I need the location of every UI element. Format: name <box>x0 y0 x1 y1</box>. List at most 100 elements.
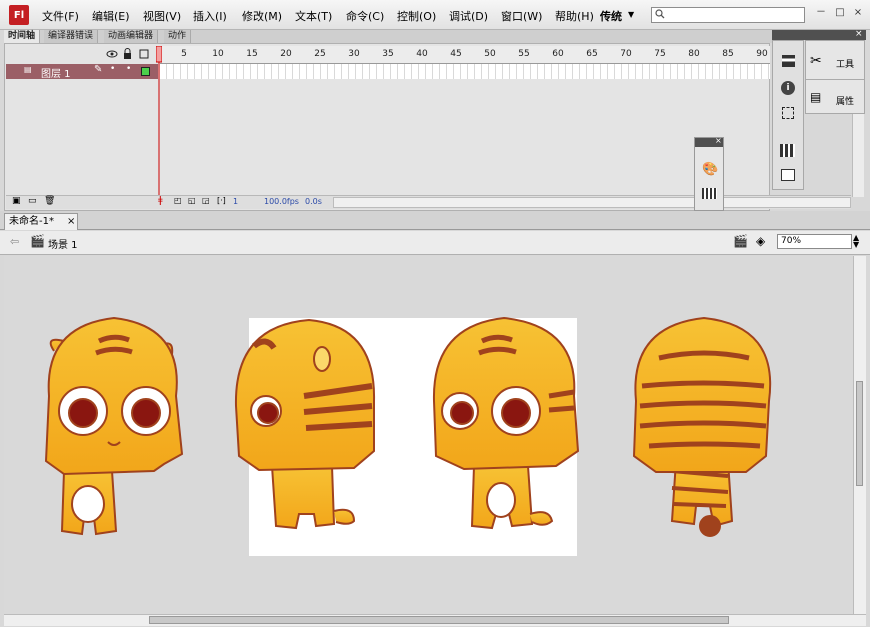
info-icon[interactable]: i <box>781 81 795 95</box>
menu-insert[interactable]: 插入(I) <box>193 8 227 24</box>
timeline-tabbar: 时间轴 编译器错误 动画编辑器 动作 <box>4 30 772 43</box>
timeline-horizontal-scrollbar[interactable] <box>333 197 851 208</box>
tiger-front[interactable] <box>44 316 184 536</box>
eye-icon[interactable] <box>106 50 118 58</box>
properties-panel-label[interactable]: 属性 <box>836 94 854 107</box>
tools-panel-label[interactable]: 工具 <box>836 57 854 70</box>
ruler-tick: 55 <box>518 49 530 59</box>
docked-panel-icons: i <box>772 40 804 190</box>
layer-outline-color[interactable] <box>141 67 150 76</box>
tiger-artwork[interactable] <box>4 256 853 614</box>
minimize-icon[interactable]: － <box>815 7 827 19</box>
new-layer-icon[interactable]: ▣ <box>12 196 21 206</box>
onion-markers-icon[interactable]: [·] <box>217 196 226 205</box>
chevron-down-icon[interactable]: ▲ ▼ <box>853 234 859 249</box>
floating-panel: × 🎨 <box>694 136 724 211</box>
document-tab-label: 未命名-1* <box>9 216 54 227</box>
scene-icon: 🎬 <box>30 234 45 248</box>
ruler-tick: 10 <box>212 49 224 59</box>
maximize-icon[interactable]: □ <box>834 7 846 19</box>
layer-name[interactable]: 图层 1 <box>41 65 71 80</box>
library-icon[interactable] <box>780 144 795 157</box>
menu-commands[interactable]: 命令(C) <box>346 8 384 24</box>
ruler-tick: 60 <box>552 49 564 59</box>
edit-multiple-icon[interactable]: ◲ <box>202 196 210 205</box>
frame-rate[interactable]: 100.0fps <box>264 197 299 206</box>
align-icon[interactable] <box>782 55 795 67</box>
close-icon[interactable]: × <box>852 7 864 19</box>
tab-compiler-errors[interactable]: 编译器错误 <box>44 30 99 43</box>
layer-icon: ▤ <box>24 65 32 74</box>
ruler-tick: 65 <box>586 49 598 59</box>
elapsed-time: 0.0s <box>305 197 322 206</box>
layer-lock-dot[interactable]: • <box>126 64 131 74</box>
playhead[interactable] <box>156 46 162 196</box>
divider <box>806 79 864 80</box>
ruler-tick: 5 <box>181 49 187 59</box>
layer-header-icons <box>106 48 149 60</box>
search-input[interactable] <box>651 7 805 23</box>
layer-row[interactable]: ▤ 图层 1 ✎ • • <box>6 64 158 80</box>
tiger-three-quarter[interactable] <box>432 316 580 530</box>
tab-timeline[interactable]: 时间轴 <box>4 30 41 43</box>
tab-motion-editor[interactable]: 动画编辑器 <box>104 30 159 43</box>
trash-icon[interactable]: 🗑 <box>44 196 55 206</box>
close-icon[interactable]: × <box>67 214 75 230</box>
tools-icon[interactable]: ✂ <box>810 53 822 69</box>
ruler-tick: 45 <box>450 49 462 59</box>
menu-text[interactable]: 文本(T) <box>295 8 332 24</box>
menu-control[interactable]: 控制(O) <box>397 8 436 24</box>
flash-logo-icon: Fl <box>9 5 29 25</box>
menu-edit[interactable]: 编辑(E) <box>92 8 130 24</box>
color-icon[interactable] <box>702 188 717 199</box>
ruler-tick: 90 <box>756 49 768 59</box>
edit-symbols-icon[interactable]: ◈ <box>756 234 765 248</box>
frame-ruler[interactable]: 5 10 15 20 25 30 35 40 45 50 55 60 65 70… <box>160 46 770 64</box>
swatch-icon[interactable]: 🎨 <box>702 162 718 177</box>
folder-icon[interactable]: ▭ <box>28 196 37 206</box>
tab-actions[interactable]: 动作 <box>164 30 192 43</box>
menu-modify[interactable]: 修改(M) <box>242 8 282 24</box>
outline-icon[interactable] <box>139 49 149 59</box>
frames-row[interactable] <box>160 64 770 79</box>
breadcrumb-scene[interactable]: 场景 1 <box>48 236 78 251</box>
pencil-icon: ✎ <box>94 64 103 75</box>
edit-bar: ⇦ 🎬 场景 1 🎬 ◈ <box>0 231 870 255</box>
menu-view[interactable]: 视图(V) <box>143 8 181 24</box>
zoom-select[interactable]: 70% <box>777 234 852 249</box>
ruler-tick: 40 <box>416 49 428 59</box>
tiger-back[interactable] <box>632 316 772 537</box>
layer-visible-dot[interactable]: • <box>110 64 115 74</box>
edit-scene-icon[interactable]: 🎬 <box>733 234 748 248</box>
menu-debug[interactable]: 调试(D) <box>449 8 488 24</box>
scrollbar-thumb[interactable] <box>856 381 863 486</box>
stage-horizontal-scrollbar[interactable] <box>4 614 866 626</box>
movie-explorer-icon[interactable] <box>781 169 795 181</box>
ruler-tick: 25 <box>314 49 326 59</box>
ruler-tick: 35 <box>382 49 394 59</box>
onion-outline-icon[interactable]: ◱ <box>188 196 196 205</box>
center-frame-icon[interactable]: ǂ <box>158 195 163 206</box>
properties-icon[interactable]: ▤ <box>810 90 821 104</box>
stage-vertical-scrollbar[interactable] <box>853 256 866 614</box>
menu-file[interactable]: 文件(F) <box>42 8 79 24</box>
scrollbar-thumb[interactable] <box>149 616 729 624</box>
ruler-tick: 20 <box>280 49 292 59</box>
close-icon[interactable]: × <box>855 29 863 39</box>
document-tab[interactable]: 未命名-1* × <box>4 213 78 230</box>
tiger-side[interactable] <box>234 318 376 530</box>
ruler-tick: 30 <box>348 49 360 59</box>
menu-window[interactable]: 窗口(W) <box>501 8 542 24</box>
transform-icon[interactable] <box>782 107 794 119</box>
back-arrow-icon[interactable]: ⇦ <box>10 235 19 248</box>
ruler-tick: 75 <box>654 49 666 59</box>
search-icon <box>655 9 665 19</box>
workspace-switcher[interactable]: 传统 <box>600 8 622 24</box>
menu-help[interactable]: 帮助(H) <box>555 8 594 24</box>
onion-skin-icon[interactable]: ◰ <box>174 196 182 205</box>
ruler-tick: 80 <box>688 49 700 59</box>
ruler-tick: 50 <box>484 49 496 59</box>
close-icon[interactable]: × <box>715 136 722 145</box>
lock-icon[interactable] <box>124 48 131 60</box>
chevron-down-icon[interactable]: ▼ <box>628 10 634 19</box>
